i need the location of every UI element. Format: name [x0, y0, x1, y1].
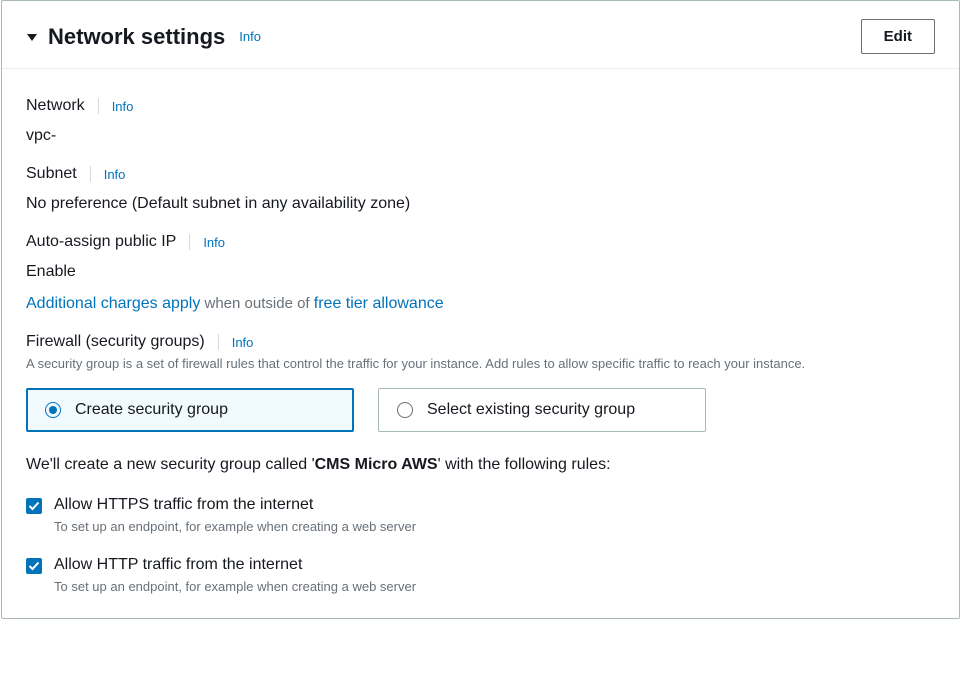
- firewall-helper: A security group is a set of firewall ru…: [26, 355, 926, 374]
- allow-https-label: Allow HTTPS traffic from the internet: [54, 496, 416, 514]
- create-security-group-radio[interactable]: Create security group: [26, 388, 354, 432]
- allow-https-help: To set up an endpoint, for example when …: [54, 519, 416, 534]
- subnet-value: No preference (Default subnet in any ava…: [26, 195, 935, 213]
- public-ip-value: Enable: [26, 263, 935, 281]
- allow-https-rule: Allow HTTPS traffic from the internet To…: [26, 496, 935, 534]
- radio-unselected-icon: [397, 402, 413, 418]
- sg-name: CMS Micro AWS: [315, 456, 438, 473]
- public-ip-label: Auto-assign public IP: [26, 233, 176, 251]
- public-ip-info-link[interactable]: Info: [203, 235, 225, 250]
- header-info-link[interactable]: Info: [239, 29, 261, 44]
- edit-button[interactable]: Edit: [861, 19, 935, 54]
- subnet-field: Subnet Info No preference (Default subne…: [26, 165, 935, 213]
- select-sg-label: Select existing security group: [427, 401, 635, 419]
- firewall-info-link[interactable]: Info: [232, 335, 254, 350]
- create-sg-label: Create security group: [75, 401, 228, 419]
- network-label: Network: [26, 97, 85, 115]
- allow-http-checkbox[interactable]: [26, 558, 42, 574]
- subnet-label: Subnet: [26, 165, 77, 183]
- charges-mid: when outside of: [200, 295, 313, 312]
- firewall-radio-group: Create security group Select existing se…: [26, 388, 935, 432]
- collapse-caret-icon[interactable]: [26, 31, 38, 43]
- panel-header: Network settings Info Edit: [2, 1, 959, 69]
- subnet-info-link[interactable]: Info: [104, 167, 126, 182]
- panel-title: Network settings: [48, 24, 225, 50]
- free-tier-link[interactable]: free tier allowance: [314, 295, 444, 312]
- allow-http-rule: Allow HTTP traffic from the internet To …: [26, 556, 935, 594]
- panel-body: Network Info vpc- Subnet Info No prefere…: [2, 69, 959, 618]
- charges-note: Additional charges apply when outside of…: [26, 295, 935, 313]
- additional-charges-link[interactable]: Additional charges apply: [26, 295, 200, 312]
- sg-pre: We'll create a new security group called…: [26, 456, 315, 473]
- firewall-label: Firewall (security groups): [26, 333, 205, 351]
- security-group-description: We'll create a new security group called…: [26, 456, 935, 474]
- network-info-link[interactable]: Info: [112, 99, 134, 114]
- public-ip-field: Auto-assign public IP Info Enable: [26, 233, 935, 281]
- network-settings-panel: Network settings Info Edit Network Info …: [1, 0, 960, 619]
- allow-http-label: Allow HTTP traffic from the internet: [54, 556, 416, 574]
- allow-https-checkbox[interactable]: [26, 498, 42, 514]
- sg-post: ' with the following rules:: [438, 456, 611, 473]
- firewall-field: Firewall (security groups) Info A securi…: [26, 333, 935, 432]
- allow-http-help: To set up an endpoint, for example when …: [54, 579, 416, 594]
- select-existing-security-group-radio[interactable]: Select existing security group: [378, 388, 706, 432]
- network-field: Network Info vpc-: [26, 97, 935, 145]
- radio-selected-icon: [45, 402, 61, 418]
- network-value: vpc-: [26, 127, 935, 145]
